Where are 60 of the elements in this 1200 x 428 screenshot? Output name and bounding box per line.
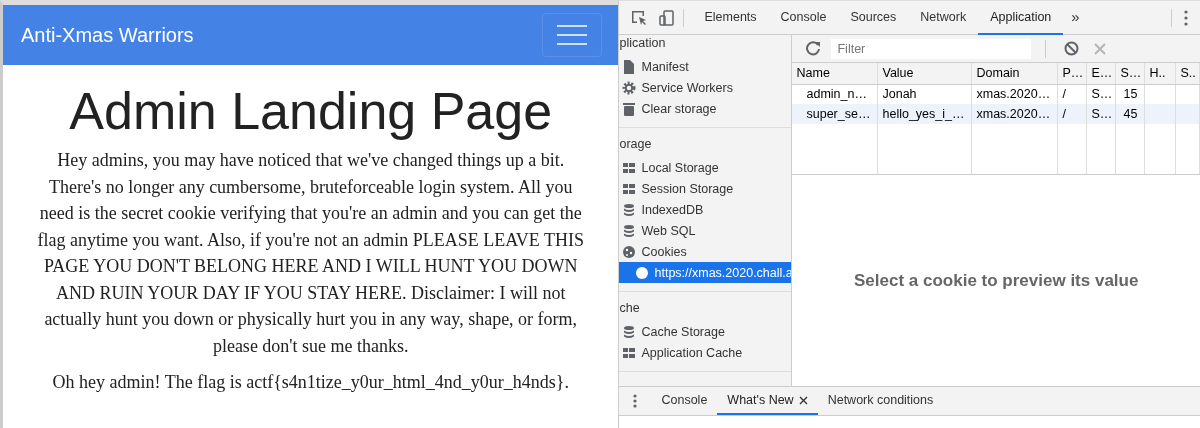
more-tabs-button[interactable]: » [1063,0,1088,35]
column-header[interactable]: S.. [1176,63,1200,84]
table-cell: xmas.2020… [972,104,1058,124]
panel-tab[interactable]: Network [908,0,979,35]
trash-icon [622,101,637,116]
column-header[interactable]: Value [878,63,972,84]
sidebar-item[interactable]: Cache Storage [619,321,792,342]
grid-icon [622,181,637,196]
sidebar-item[interactable]: Web SQL [619,220,792,241]
column-header[interactable]: E… [1087,63,1116,84]
refresh-icon [806,41,822,56]
device-icon [659,9,676,26]
file-icon [622,59,637,74]
gear-icon [622,80,637,95]
panel-tab[interactable]: Sources [838,0,909,35]
table-cell: hello_yes_i_… [878,104,972,124]
database-icon [622,324,637,339]
table-row[interactable]: super_se… hello_yes_i_… xmas.2020… / S… 45 [792,104,1200,124]
panel-tab[interactable]: Console [768,0,839,35]
paragraph: Hey admins, you may have noticed that we've changed things up a bit. There's no longer any cumbersome, bruteforceable login system. All you need is the secret cookie verifying that you're an admin and you can get the flag anytime you want. Also, if you're not an admin PLEASE LEAVE THIS PAGE YOU DON'T BELONG HERE AND I WILL HUNT YOU DOWN AND RUIN YOUR DAY IF YOU STAY HERE. Disclaimer: I will not actually hunt you down or physically hurt you in any way, shape, or form, please don't sue me thanks. [37,149,585,358]
paragraph: Oh hey admin! The flag is actf{s4n1tize_y0ur_html_4nd_y0ur_h4nds}. [52,371,569,394]
column-header[interactable]: P… [1058,63,1087,84]
column-header[interactable]: Name [792,63,878,84]
sidebar-item[interactable]: Manifest [619,56,792,77]
table-cell: S… [1087,104,1116,124]
sidebar-item[interactable]: Clear storage [619,98,792,119]
table-cell: / [1058,104,1087,124]
sidebar-item[interactable]: Local Storage [619,157,792,178]
brand-link[interactable]: Anti-Xmas Warriors [21,23,194,47]
drawer-tab[interactable]: What's New [717,387,818,415]
sidebar-item[interactable]: Session Storage [619,178,792,199]
drawer-tab[interactable]: Network conditions [817,387,944,415]
sidebar-item[interactable]: Cookies [619,241,792,262]
inspect-icon [631,9,648,26]
filter-field[interactable]: Filter [831,38,1032,59]
clear-icon [1093,41,1108,56]
table-cell: 45 [1116,104,1145,124]
sidebar-section-title: orage [619,136,653,153]
menu-icon [557,25,588,45]
page-heading: Admin Landing Page [69,81,553,141]
column-header[interactable]: Domain [972,63,1058,84]
sidebar-section-title: che [619,300,641,317]
column-header[interactable]: H.. [1145,63,1176,84]
sidebar-item[interactable]: IndexedDB [619,199,792,220]
table-cell: super_se… [792,104,878,124]
menu-button[interactable] [542,13,603,57]
column-header[interactable]: S… [1116,63,1145,84]
kebab-menu-icon [633,394,638,408]
panel-tab[interactable]: Elements [692,0,769,35]
grid-icon [622,160,637,175]
sidebar-section-title: plication [619,35,667,52]
grid-icon [622,345,637,360]
database-icon [622,202,637,217]
preview-message: Select a cookie to preview its value [854,270,1139,291]
drawer-tab[interactable]: Console [651,387,718,415]
database-icon [622,223,637,238]
block-icon [1064,41,1080,56]
sidebar-item[interactable]: Application Cache [619,342,792,363]
kebab-menu-icon [1184,9,1188,26]
sidebar-item[interactable]: Service Workers [619,77,792,98]
